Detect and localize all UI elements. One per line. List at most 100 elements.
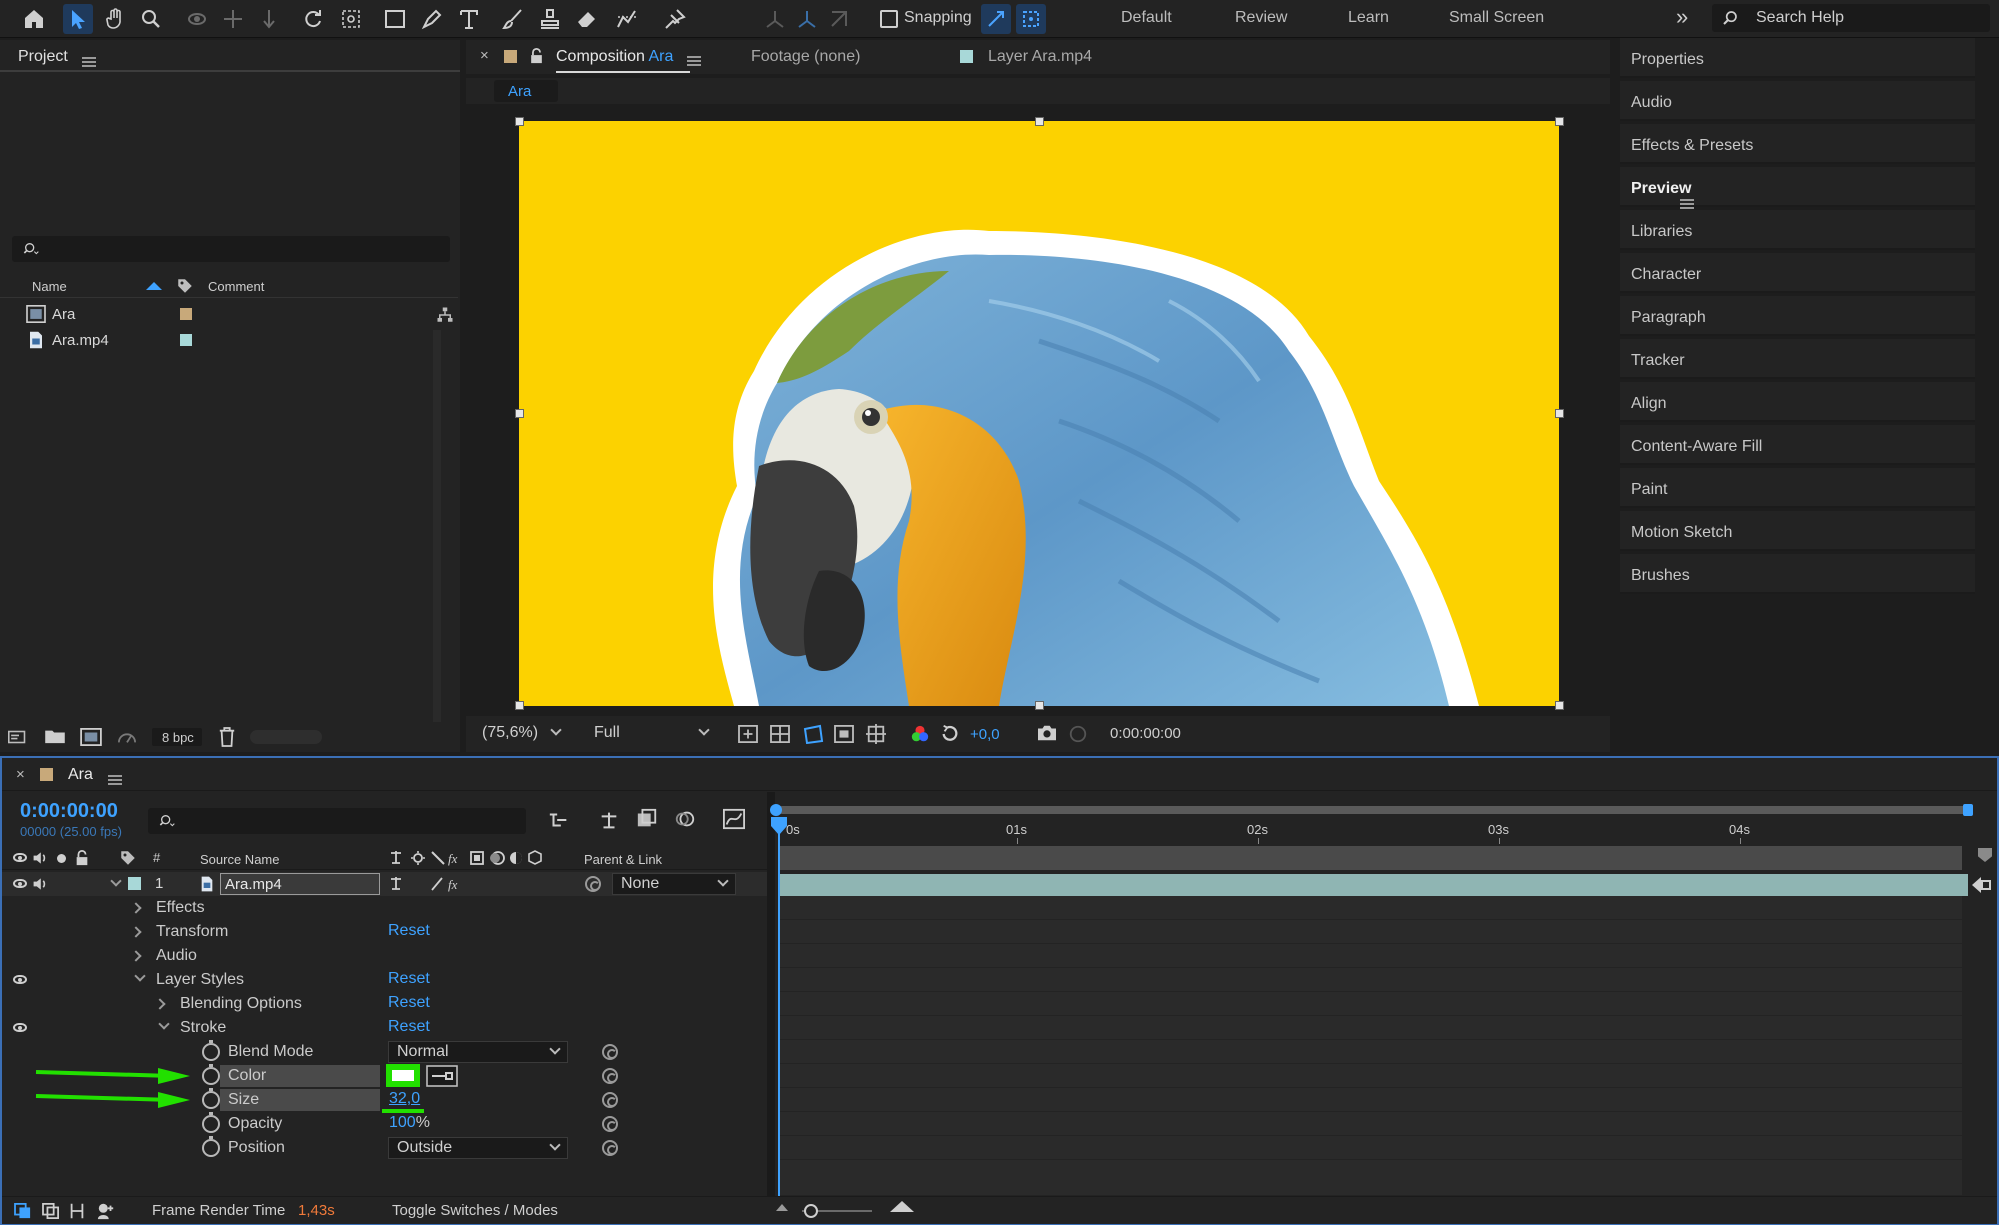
expand-chevron-icon[interactable] <box>130 926 142 938</box>
expression-pick-whip-icon[interactable] <box>602 1044 618 1060</box>
collapse-chevron-icon[interactable] <box>134 970 146 982</box>
stopwatch-icon[interactable] <box>202 1112 220 1133</box>
project-item-ara-mp4[interactable]: Ara.mp4 <box>0 328 440 352</box>
panel-effects-presets[interactable]: Effects & Presets <box>1620 124 1975 164</box>
fast-previews-icon[interactable] <box>738 725 758 743</box>
time-ruler[interactable]: 0s 01s 02s 03s 04s <box>778 816 1968 844</box>
workspace-default[interactable]: Default <box>1121 9 1172 27</box>
stroke-reset-link[interactable]: Reset <box>388 1018 430 1036</box>
property-transform[interactable]: Transform Reset <box>2 920 767 944</box>
layer-switches-icons[interactable]: fx <box>387 876 467 892</box>
layer-row-1[interactable]: 1 Ara.mp4 fx None <box>2 872 767 896</box>
panel-libraries[interactable]: Libraries <box>1620 210 1975 250</box>
workspace-small-screen[interactable]: Small Screen <box>1449 9 1544 27</box>
panel-paragraph[interactable]: Paragraph <box>1620 296 1975 336</box>
grid-guides-icon[interactable] <box>866 724 886 744</box>
pick-whip-icon[interactable] <box>585 876 601 892</box>
transform-handle[interactable] <box>1035 701 1044 710</box>
bit-depth-button[interactable]: 8 bpc <box>152 728 202 746</box>
property-effects[interactable]: Effects <box>2 896 767 920</box>
label-color-swatch[interactable] <box>180 308 192 320</box>
panel-menu-icon[interactable] <box>108 774 122 785</box>
parent-dropdown[interactable]: None <box>612 873 736 895</box>
puppet-pin-tool-icon[interactable] <box>660 4 690 34</box>
stopwatch-icon[interactable] <box>202 1040 220 1061</box>
work-area-bar[interactable] <box>778 806 1970 814</box>
property-audio[interactable]: Audio <box>2 944 767 968</box>
panel-align[interactable]: Align <box>1620 382 1975 422</box>
collapse-chevron-icon[interactable] <box>158 1018 170 1030</box>
layer-visibility-icon[interactable] <box>13 879 27 888</box>
zoom-tool-icon[interactable] <box>136 4 166 34</box>
property-blend-mode[interactable]: Blend Mode Normal <box>2 1040 767 1064</box>
size-value[interactable]: 32,0 <box>389 1090 420 1108</box>
exposure-value[interactable]: +0,0 <box>970 726 1000 743</box>
close-tab-icon[interactable]: × <box>480 47 489 64</box>
transform-handle[interactable] <box>515 701 524 710</box>
comp-canvas[interactable] <box>519 121 1559 706</box>
selection-tool-icon[interactable] <box>63 4 93 34</box>
column-source-name[interactable]: Source Name <box>200 852 279 867</box>
panel-menu-icon[interactable] <box>687 55 701 66</box>
panel-motion-sketch[interactable]: Motion Sketch <box>1620 511 1975 551</box>
dolly-camera-icon[interactable] <box>254 4 284 34</box>
snap-features-icon[interactable] <box>1016 4 1046 34</box>
column-parent-link[interactable]: Parent & Link <box>584 852 662 867</box>
property-stroke[interactable]: Stroke Reset <box>2 1016 767 1040</box>
pen-tool-icon[interactable] <box>417 4 447 34</box>
shy-layers-icon[interactable] <box>598 810 620 830</box>
axis-view-icon[interactable] <box>824 4 854 34</box>
search-help-field[interactable]: Search Help <box>1712 4 1990 32</box>
opacity-value-group[interactable]: 100% <box>389 1114 430 1132</box>
panel-brushes[interactable]: Brushes <box>1620 554 1975 594</box>
brush-tool-icon[interactable] <box>498 4 528 34</box>
layer-label-swatch[interactable] <box>128 877 141 890</box>
workspace-overflow-icon[interactable]: » <box>1676 4 1688 30</box>
expand-chevron-icon[interactable] <box>130 950 142 962</box>
work-area-end-handle[interactable] <box>1963 804 1973 816</box>
lock-icon[interactable] <box>75 850 89 866</box>
solo-icon[interactable] <box>57 854 66 863</box>
home-icon[interactable] <box>19 4 49 34</box>
stopwatch-icon[interactable] <box>202 1064 220 1085</box>
video-visibility-icon[interactable] <box>13 853 27 862</box>
comp-breadcrumb[interactable]: Ara <box>494 80 558 102</box>
panel-character[interactable]: Character <box>1620 253 1975 293</box>
label-color-swatch[interactable] <box>180 334 192 346</box>
timeline-splitter[interactable] <box>767 792 775 1202</box>
expand-chevron-icon[interactable] <box>154 998 166 1010</box>
channel-icon[interactable] <box>910 724 930 744</box>
label-tag-icon[interactable] <box>176 277 194 295</box>
zoom-out-icon[interactable] <box>776 1204 788 1211</box>
transform-handle[interactable] <box>1035 117 1044 126</box>
comp-flowchart-icon[interactable] <box>548 810 570 830</box>
lock-icon[interactable] <box>530 48 543 64</box>
stopwatch-icon[interactable] <box>202 1136 220 1157</box>
project-search-input[interactable] <box>12 236 450 262</box>
column-name[interactable]: Name <box>32 279 67 294</box>
anchor-point-tool-icon[interactable] <box>336 4 366 34</box>
layer-audio-icon[interactable] <box>32 876 48 892</box>
panel-menu-icon[interactable] <box>1679 198 1694 209</box>
project-item-ara[interactable]: Ara <box>0 302 440 326</box>
audio-icon[interactable] <box>32 850 48 866</box>
stopwatch-icon[interactable] <box>202 1088 220 1109</box>
project-scrollbar[interactable] <box>433 330 441 728</box>
workspace-review[interactable]: Review <box>1235 9 1287 27</box>
panel-paint[interactable]: Paint <box>1620 468 1975 508</box>
project-settings-icon[interactable] <box>116 728 138 746</box>
property-blending-options[interactable]: Blending Options Reset <box>2 992 767 1016</box>
new-folder-icon[interactable] <box>44 728 66 744</box>
in-out-toggle-icon[interactable] <box>68 1202 86 1220</box>
property-position[interactable]: Position Outside <box>2 1136 767 1160</box>
property-layer-styles[interactable]: Layer Styles Reset <box>2 968 767 992</box>
reset-exposure-icon[interactable] <box>940 724 960 744</box>
toggle-switches-modes-button[interactable]: Toggle Switches / Modes <box>392 1202 558 1219</box>
color-swatch[interactable] <box>386 1064 420 1087</box>
transform-reset-link[interactable]: Reset <box>388 922 430 940</box>
comp-marker-bin-icon[interactable] <box>1978 848 1992 862</box>
panel-menu-icon[interactable] <box>82 56 96 67</box>
workspace-learn[interactable]: Learn <box>1348 9 1389 27</box>
expression-pick-whip-icon[interactable] <box>602 1116 618 1132</box>
panel-tracker[interactable]: Tracker <box>1620 339 1975 379</box>
